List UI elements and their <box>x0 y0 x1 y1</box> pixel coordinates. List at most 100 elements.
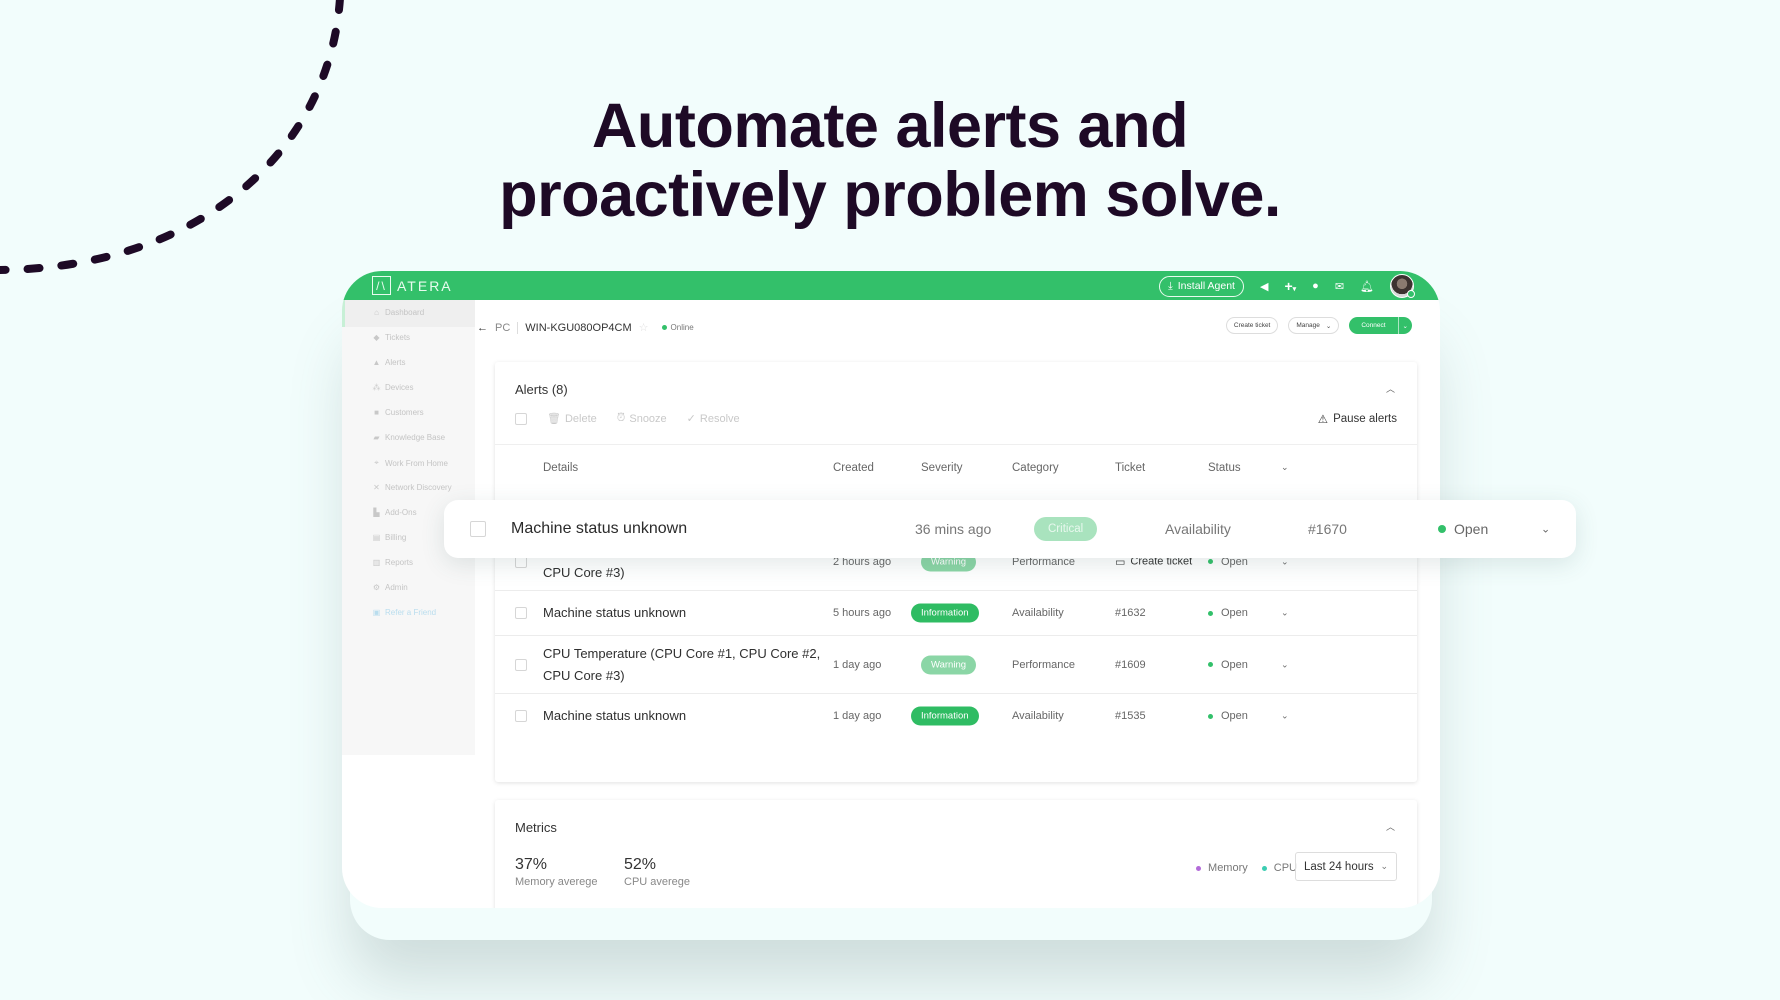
column-header-ticket[interactable]: Ticket <box>1115 462 1145 474</box>
table-header: Details Created Severity Category Ticket… <box>495 462 1417 482</box>
breadcrumb-parent[interactable]: PC <box>495 322 510 334</box>
snooze-button[interactable]: ⏰︎ Snooze <box>617 412 667 425</box>
book-icon: ▰ <box>373 433 380 442</box>
sidebar-item-knowledge-base[interactable]: ▰ Knowledge Base <box>372 433 445 442</box>
alert-icon: ▲ <box>372 358 381 367</box>
alert-status: Open <box>1208 659 1248 671</box>
highlighted-alert-row[interactable]: Machine status unknown 36 mins ago Criti… <box>444 500 1576 558</box>
alert-created: 1 day ago <box>833 710 882 722</box>
check-circle-icon: ✓ <box>686 413 696 425</box>
column-header-severity[interactable]: Severity <box>921 462 963 474</box>
mail-icon[interactable]: ✉ <box>1335 280 1344 293</box>
sidebar-item-devices[interactable]: ⁂ Devices <box>372 383 414 392</box>
bell-icon[interactable]: 🔔︎ <box>1360 280 1374 293</box>
collapse-metrics-chevron-up-icon[interactable]: ︿ <box>1386 820 1395 833</box>
sidebar-item-refer-a-friend[interactable]: ▣ Refer a Friend <box>372 608 436 617</box>
pause-alerts-button[interactable]: ⚠︎ Pause alerts <box>1318 412 1397 426</box>
column-header-category[interactable]: Category <box>1012 462 1059 474</box>
ticket-link[interactable]: #1670 <box>1308 521 1347 537</box>
create-ticket-button[interactable]: Create ticket <box>1225 317 1279 334</box>
table-row[interactable]: Machine status unknown 5 hours ago Infor… <box>495 590 1417 635</box>
severity-badge: Information <box>911 706 979 726</box>
sidebar-item-tickets[interactable]: ◆ Tickets <box>372 333 410 342</box>
ticket-link[interactable]: #1632 <box>1115 607 1146 619</box>
cpu-dot-icon <box>1261 865 1267 871</box>
download-icon: ⤓ <box>1168 279 1173 292</box>
alert-category: Availability <box>1012 607 1064 619</box>
row-expand-chevron-icon[interactable]: ⌄ <box>1281 659 1289 670</box>
row-checkbox[interactable] <box>470 521 486 537</box>
sidebar-item-admin[interactable]: ⚙ Admin <box>372 583 408 592</box>
alert-created: 36 mins ago <box>915 521 992 537</box>
sidebar-item-reports[interactable]: ▥ Reports <box>372 558 413 567</box>
ticket-link[interactable]: #1535 <box>1115 710 1146 722</box>
install-agent-label: Install Agent <box>1177 280 1235 292</box>
device-status-label: Online <box>670 323 694 332</box>
column-header-details[interactable]: Details <box>543 462 578 474</box>
alert-details: Machine status unknown <box>543 708 687 723</box>
ticket-link[interactable]: #1609 <box>1115 659 1146 671</box>
sidebar-item-work-from-home[interactable]: ⌖ Work From Home <box>372 458 448 468</box>
select-all-checkbox[interactable] <box>515 412 527 425</box>
devices-icon: ⁂ <box>372 383 381 392</box>
row-expand-chevron-icon[interactable]: ⌄ <box>1281 711 1289 722</box>
alerts-toolbar: 🗑︎ Delete ⏰︎ Snooze ✓ Resolve <box>515 412 740 425</box>
alerts-panel: Alerts (8) ︿ 🗑︎ Delete ⏰︎ Snooze ✓ Resolve … <box>495 362 1417 782</box>
logo[interactable]: /\ ATERA <box>372 276 453 295</box>
back-arrow-icon[interactable]: ← <box>477 322 488 334</box>
legend-memory[interactable]: Memory <box>1196 862 1248 874</box>
connect-button[interactable]: Connect ⌄ <box>1349 317 1412 334</box>
sidebar-item-alerts[interactable]: ▲ Alerts <box>372 358 406 367</box>
chat-icon[interactable]: ● <box>1312 280 1319 292</box>
sidebar-item-add-ons[interactable]: ▙ Add-Ons <box>372 508 416 517</box>
online-dot-icon <box>661 325 667 330</box>
memory-average-value: 37% <box>515 856 548 873</box>
legend-cpu[interactable]: CPU <box>1261 862 1297 874</box>
addons-icon: ▙ <box>373 508 380 517</box>
column-header-status[interactable]: Status <box>1208 462 1241 474</box>
app-window: /\ ATERA ⤓ Install Agent ◀ +▾ ● ✉ 🔔︎ ⌂ Da… <box>342 271 1440 908</box>
row-checkbox[interactable] <box>515 710 527 722</box>
table-row[interactable]: CPU Temperature (CPU Core #1, CPU Core #… <box>495 635 1417 693</box>
network-icon: ✕ <box>373 483 380 492</box>
favorite-star-icon[interactable]: ☆ <box>639 321 649 334</box>
resolve-button[interactable]: ✓ Resolve <box>686 412 740 426</box>
memory-average-label: Memory averege <box>515 876 598 888</box>
time-range-select[interactable]: Last 24 hours ⌄ <box>1295 852 1397 881</box>
row-expand-chevron-icon[interactable]: ⌄ <box>1541 523 1550 536</box>
collapse-alerts-chevron-up-icon[interactable]: ︿ <box>1386 382 1395 395</box>
wfh-icon: ⌖ <box>374 458 379 467</box>
cpu-average: 52% CPU averege <box>624 856 690 888</box>
headline-line-2: proactively problem solve. <box>499 160 1281 230</box>
alert-details: Machine status unknown <box>511 520 688 537</box>
sidebar-item-customers[interactable]: ■ Customers <box>372 408 424 417</box>
status-dot-icon <box>1208 662 1213 667</box>
expand-all-chevron-icon[interactable]: ⌄ <box>1281 462 1289 473</box>
chevron-down-icon: ⌄ <box>1380 861 1388 871</box>
sidebar-item-dashboard[interactable]: ⌂ Dashboard <box>372 308 424 317</box>
sidebar-item-billing[interactable]: ▤ Billing <box>372 533 407 542</box>
status-dot-icon <box>1438 525 1446 533</box>
install-agent-button[interactable]: ⤓ Install Agent <box>1159 275 1244 297</box>
alert-created: 5 hours ago <box>833 607 892 619</box>
avatar[interactable] <box>1390 274 1415 298</box>
connect-dropdown-chevron-icon[interactable]: ⌄ <box>1397 317 1412 334</box>
megaphone-icon[interactable]: ◀ <box>1260 280 1268 293</box>
plus-icon[interactable]: +▾ <box>1284 278 1296 294</box>
ticket-icon: ◆ <box>373 333 380 342</box>
alert-status: Open <box>1208 710 1248 722</box>
top-bar: /\ ATERA ⤓ Install Agent ◀ +▾ ● ✉ 🔔︎ <box>342 271 1440 300</box>
column-header-created[interactable]: Created <box>833 462 874 474</box>
metrics-title: Metrics <box>515 820 557 835</box>
row-expand-chevron-icon[interactable]: ⌄ <box>1281 608 1289 619</box>
sidebar-item-network-discovery[interactable]: ✕ Network Discovery <box>372 483 452 492</box>
alert-category: Availability <box>1165 521 1231 537</box>
row-checkbox[interactable] <box>515 607 527 619</box>
manage-dropdown[interactable]: Manage ⌄ <box>1288 317 1340 334</box>
table-row[interactable]: Machine status unknown 1 day ago Informa… <box>495 693 1417 738</box>
device-actions: Create ticket Manage ⌄ Connect ⌄ <box>1225 317 1412 334</box>
row-checkbox[interactable] <box>515 658 527 671</box>
severity-badge: Information <box>911 603 979 623</box>
delete-button[interactable]: 🗑︎ Delete <box>547 412 597 426</box>
customers-icon: ■ <box>374 408 379 417</box>
